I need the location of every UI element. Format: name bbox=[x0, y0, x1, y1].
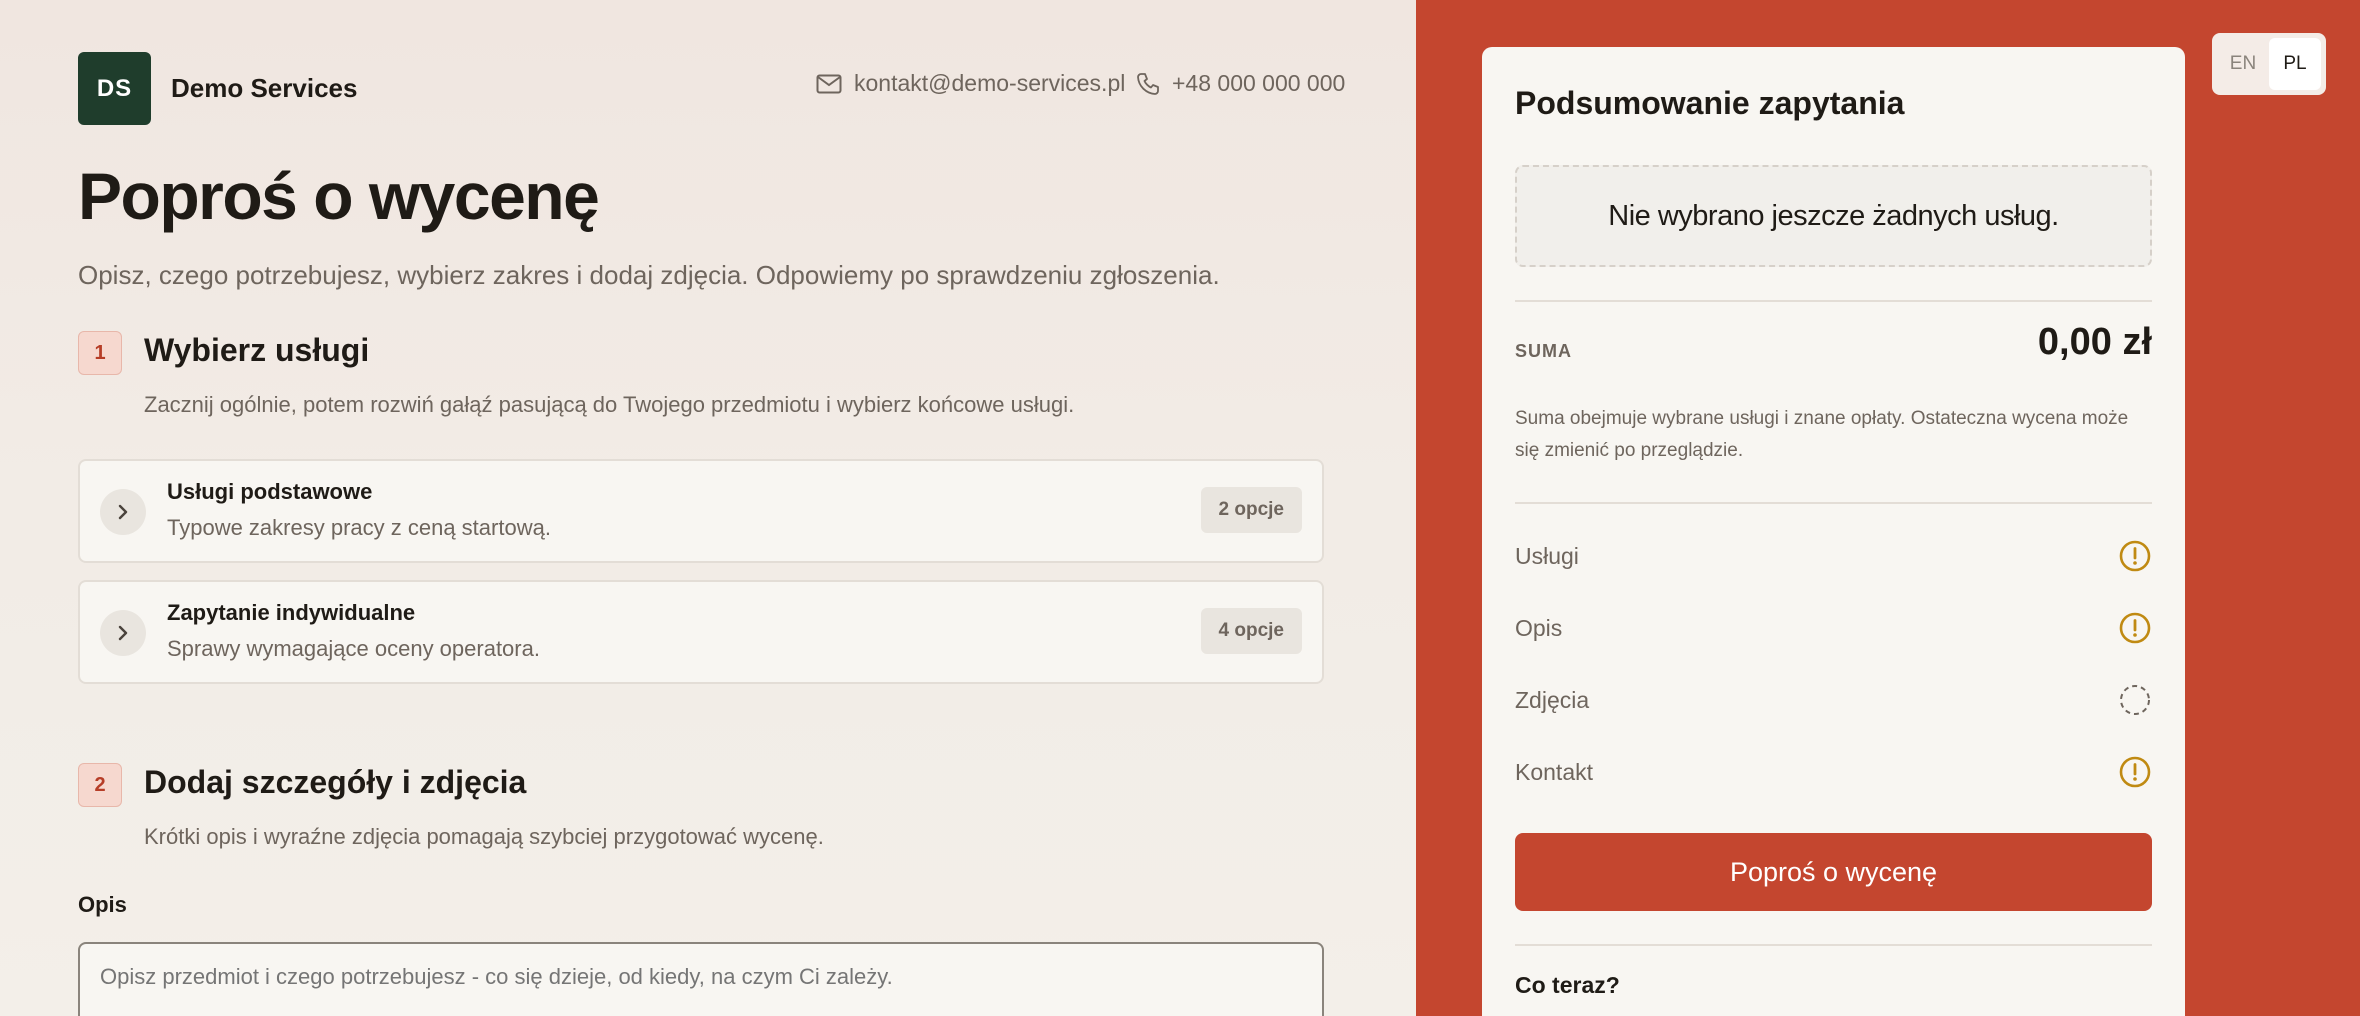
language-switch: EN PL bbox=[2212, 33, 2326, 95]
divider bbox=[1515, 944, 2152, 946]
brand: DS Demo Services bbox=[78, 52, 357, 125]
logo: DS bbox=[78, 52, 151, 125]
checklist-label: Zdjęcia bbox=[1515, 686, 1590, 713]
options-count-badge: 4 opcje bbox=[1200, 608, 1302, 654]
description-input[interactable] bbox=[78, 942, 1324, 1016]
summary-panel: Podsumowanie zapytania Nie wybrano jeszc… bbox=[1482, 47, 2185, 1016]
phone-icon bbox=[1137, 72, 1159, 95]
phone-link[interactable]: +48 000 000 000 bbox=[1136, 70, 1345, 97]
sum-value: 0,00 zł bbox=[2037, 321, 2152, 363]
sum-note: Suma obejmuje wybrane usługi i znane opł… bbox=[1515, 408, 2129, 461]
email-text: kontakt@demo-services.pl bbox=[854, 70, 1126, 96]
checklist-label: Opis bbox=[1515, 614, 1563, 641]
phone-text: +48 000 000 000 bbox=[1172, 70, 1346, 96]
sum-label: SUMA bbox=[1515, 341, 1572, 361]
step-1-number: 1 bbox=[78, 331, 122, 375]
step-2-title: Dodaj szczegóły i zdjęcia bbox=[144, 764, 527, 800]
step-2-number: 2 bbox=[78, 763, 122, 807]
brand-name: Demo Services bbox=[171, 73, 358, 103]
service-group-title: Usługi podstawowe bbox=[167, 479, 373, 504]
mail-icon bbox=[816, 74, 842, 93]
step-2-subtitle: Krótki opis i wyraźne zdjęcia pomagają s… bbox=[144, 824, 824, 849]
empty-selection-text: Nie wybrano jeszcze żadnych usług. bbox=[1608, 199, 2059, 232]
step-1-title: Wybierz usługi bbox=[144, 332, 370, 368]
warning-icon bbox=[2119, 612, 2151, 644]
checklist-label: Usługi bbox=[1515, 542, 1579, 569]
description-label: Opis bbox=[78, 892, 127, 917]
lang-en-button[interactable]: EN bbox=[2217, 38, 2269, 90]
form-area: DS Demo Services kontakt@demo-services.p… bbox=[0, 0, 1416, 1016]
service-group-basic[interactable]: Usługi podstawowe Typowe zakresy pracy z… bbox=[78, 459, 1324, 563]
email-link[interactable]: kontakt@demo-services.pl bbox=[816, 70, 1125, 97]
checklist-item-services: Usługi bbox=[1515, 536, 2152, 576]
divider bbox=[1515, 502, 2152, 504]
warning-icon bbox=[2119, 756, 2151, 788]
divider bbox=[1515, 300, 2152, 302]
empty-selection-box: Nie wybrano jeszcze żadnych usług. bbox=[1515, 165, 2152, 267]
step-1-subtitle: Zacznij ogólnie, potem rozwiń gałąź pasu… bbox=[144, 392, 1075, 417]
options-count-badge: 2 opcje bbox=[1200, 487, 1302, 533]
checklist-item-contact: Kontakt bbox=[1515, 752, 2152, 792]
request-quote-button[interactable]: Poproś o wycenę bbox=[1515, 833, 2152, 911]
service-group-subtitle: Sprawy wymagające oceny operatora. bbox=[167, 636, 540, 661]
checklist-item-description: Opis bbox=[1515, 608, 2152, 648]
service-group-title: Zapytanie indywidualne bbox=[167, 600, 416, 625]
summary-title: Podsumowanie zapytania bbox=[1515, 85, 1905, 121]
pending-icon bbox=[2120, 685, 2150, 715]
service-group-subtitle: Typowe zakresy pracy z ceną startową. bbox=[167, 515, 551, 540]
checklist-label: Kontakt bbox=[1515, 758, 1593, 785]
service-group-custom[interactable]: Zapytanie indywidualne Sprawy wymagające… bbox=[78, 580, 1324, 684]
chevron-right-icon[interactable] bbox=[100, 610, 146, 656]
next-steps-title: Co teraz? bbox=[1515, 972, 1620, 998]
page-lead: Opisz, czego potrzebujesz, wybierz zakre… bbox=[78, 260, 1220, 290]
checklist-item-photos: Zdjęcia bbox=[1515, 680, 2152, 720]
page-title: Poproś o wycenę bbox=[78, 159, 600, 233]
lang-pl-button[interactable]: PL bbox=[2269, 38, 2321, 90]
chevron-right-icon[interactable] bbox=[100, 489, 146, 535]
warning-icon bbox=[2119, 540, 2151, 572]
